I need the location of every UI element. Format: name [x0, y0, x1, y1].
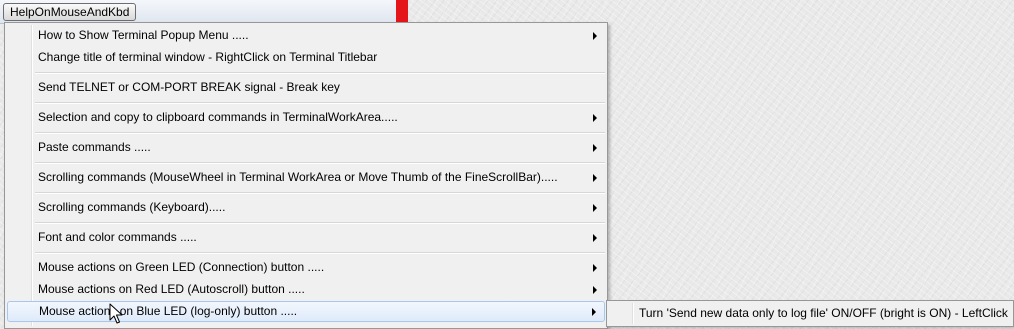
submenu-arrow-icon [593, 114, 597, 122]
submenu-arrow-icon [593, 32, 597, 40]
menu-item-label: Scrolling commands (MouseWheel in Termin… [38, 170, 558, 184]
menu-separator [35, 132, 605, 134]
menu-item-label: Mouse actions on Green LED (Connection) … [38, 260, 325, 274]
menu-item-toggle-log-only[interactable]: Turn 'Send new data only to log file' ON… [609, 303, 1011, 324]
menu-item-paste-commands[interactable]: Paste commands ..... [7, 137, 605, 158]
menu-separator [35, 252, 605, 254]
menu-separator [35, 102, 605, 104]
menu-item-label: Turn 'Send new data only to log file' ON… [639, 306, 1008, 320]
submenu-arrow-icon [593, 174, 597, 182]
menu-item-font-color[interactable]: Font and color commands ..... [7, 227, 605, 248]
help-on-mouse-and-kbd-button[interactable]: HelpOnMouseAndKbd [3, 3, 137, 21]
menu-item-send-break[interactable]: Send TELNET or COM-PORT BREAK signal - B… [7, 77, 605, 98]
submenu-arrow-icon [593, 204, 597, 212]
menu-item-change-title[interactable]: Change title of terminal window - RightC… [7, 47, 605, 68]
submenu-arrow-icon [593, 286, 597, 294]
menu-item-green-led[interactable]: Mouse actions on Green LED (Connection) … [7, 257, 605, 278]
help-popup-menu: How to Show Terminal Popup Menu ..... Ch… [4, 22, 608, 329]
menu-item-show-popup-menu[interactable]: How to Show Terminal Popup Menu ..... [7, 25, 605, 46]
menu-item-label: Paste commands ..... [38, 140, 151, 154]
menu-item-label: Mouse actions on Blue LED (log-only) but… [39, 304, 298, 318]
menu-item-scrolling-mouse[interactable]: Scrolling commands (MouseWheel in Termin… [7, 167, 605, 188]
menu-separator [35, 72, 605, 74]
menu-item-label: Mouse actions on Red LED (Autoscroll) bu… [38, 282, 305, 296]
menu-item-selection-copy[interactable]: Selection and copy to clipboard commands… [7, 107, 605, 128]
menu-item-red-led[interactable]: Mouse actions on Red LED (Autoscroll) bu… [7, 279, 605, 300]
menu-item-blue-led[interactable]: Mouse actions on Blue LED (log-only) but… [7, 301, 605, 322]
menu-item-label: Font and color commands ..... [38, 230, 197, 244]
menu-separator [35, 222, 605, 224]
submenu-arrow-icon [593, 264, 597, 272]
arrow-cursor-icon [109, 303, 123, 324]
menu-separator [35, 192, 605, 194]
menu-item-label: Send TELNET or COM-PORT BREAK signal - B… [38, 80, 340, 94]
menu-item-label: How to Show Terminal Popup Menu ..... [38, 28, 249, 42]
submenu-arrow-icon [593, 234, 597, 242]
blue-led-submenu: Turn 'Send new data only to log file' ON… [606, 300, 1014, 327]
menu-item-label: Selection and copy to clipboard commands… [38, 110, 398, 124]
menu-item-label: Scrolling commands (Keyboard)..... [38, 200, 226, 214]
submenu-arrow-icon [592, 308, 596, 316]
menu-separator [35, 162, 605, 164]
submenu-arrow-icon [593, 144, 597, 152]
menu-item-scrolling-keyboard[interactable]: Scrolling commands (Keyboard)..... [7, 197, 605, 218]
menu-item-label: Change title of terminal window - RightC… [38, 50, 378, 64]
